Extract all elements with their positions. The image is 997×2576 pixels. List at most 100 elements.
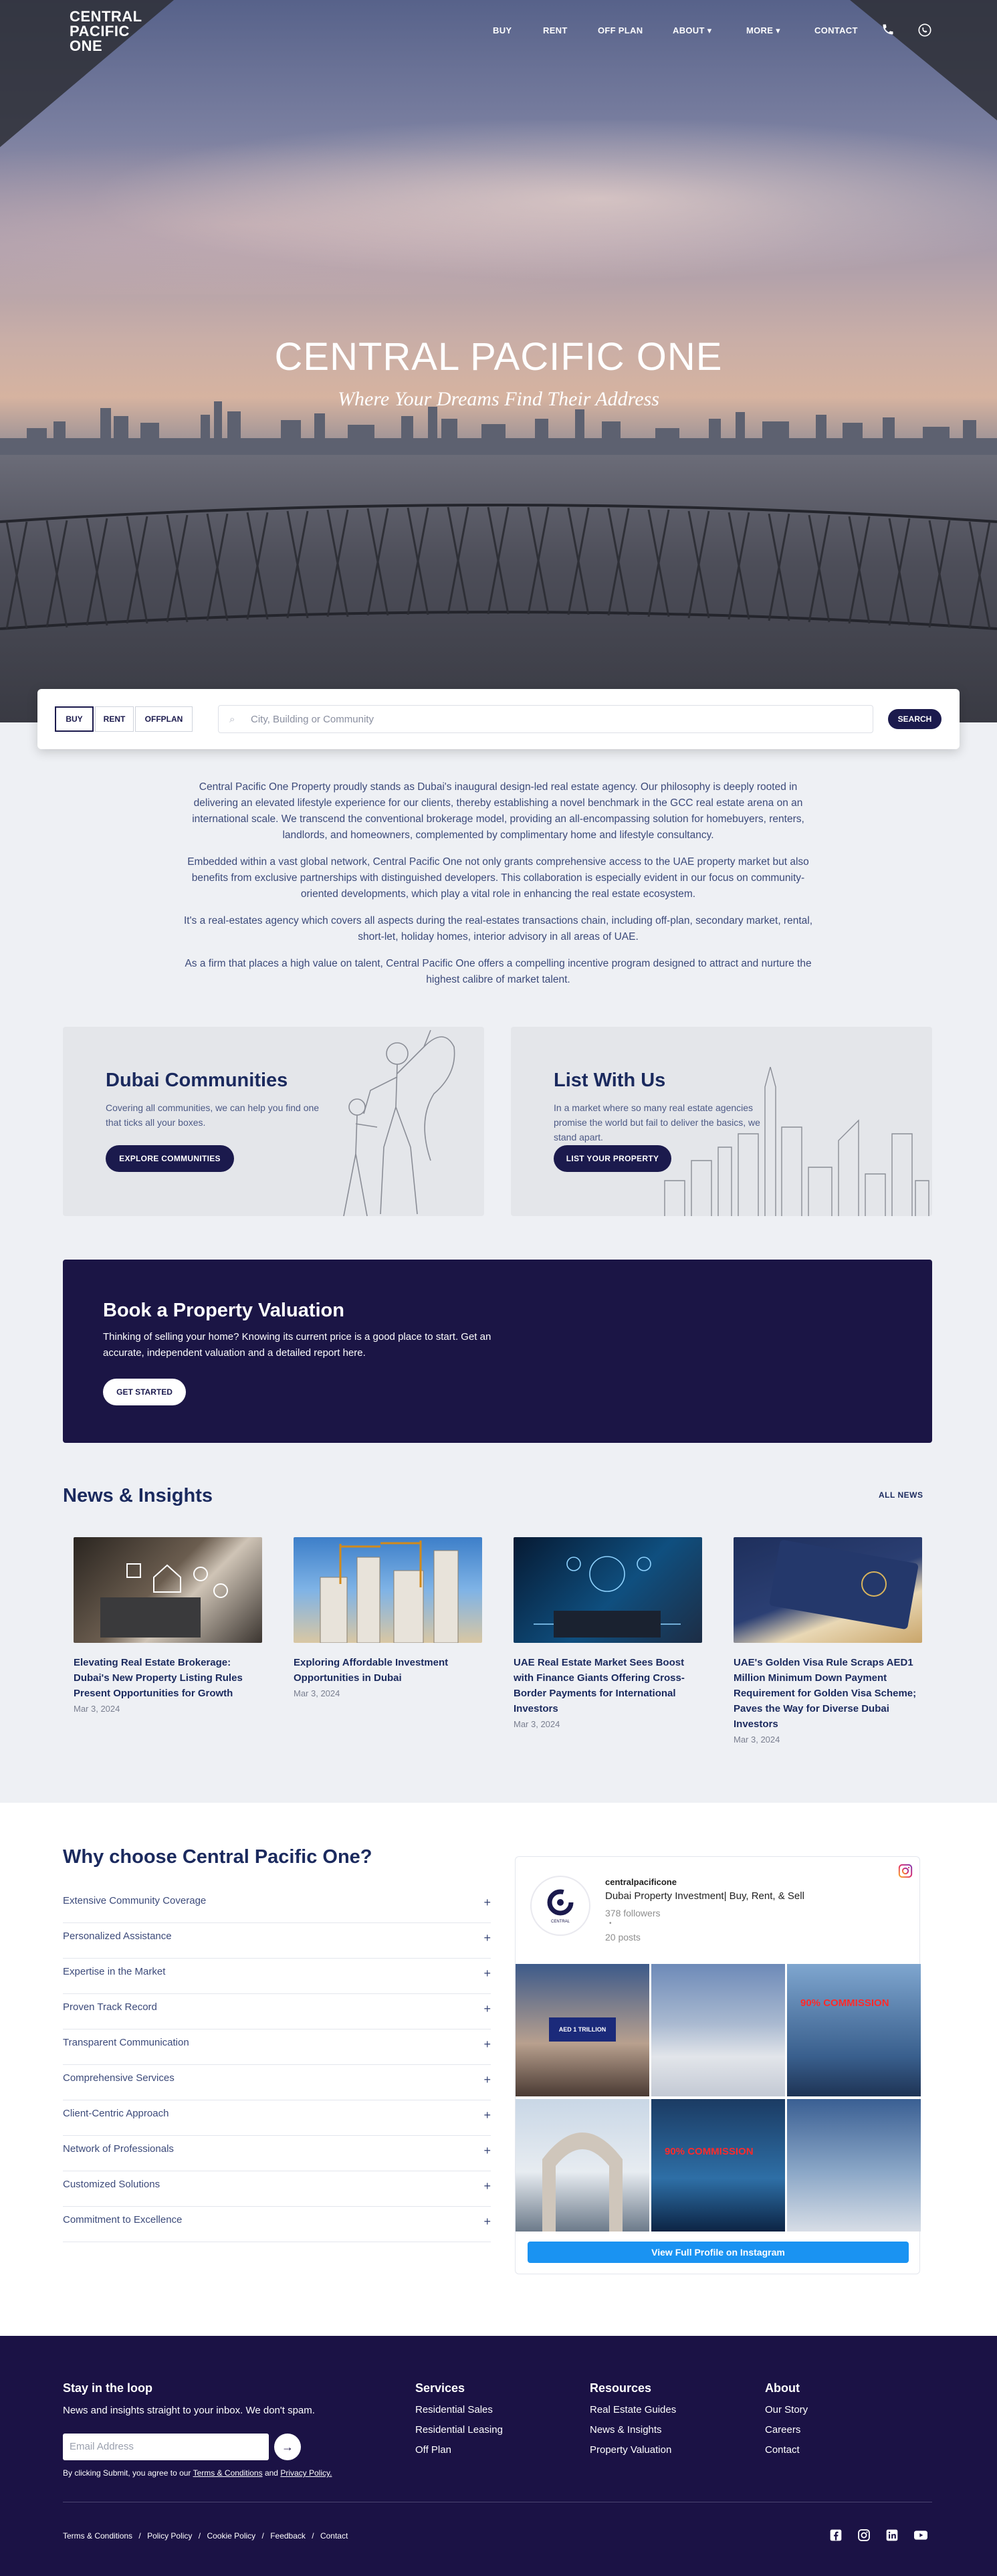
accordion-item[interactable]: Transparent Communication + (63, 2029, 491, 2065)
whatsapp-icon[interactable] (917, 23, 932, 41)
get-started-button[interactable]: GET STARTED (103, 1379, 186, 1405)
logo-line-1: CENTRAL (70, 8, 142, 25)
instagram-post[interactable]: 90% COMMISSION (787, 1964, 921, 2096)
list-property-button[interactable]: LIST YOUR PROPERTY (554, 1145, 671, 1172)
facebook-icon[interactable] (829, 2529, 843, 2545)
instagram-icon[interactable] (898, 1864, 913, 1882)
communities-title: Dubai Communities (106, 1070, 288, 1091)
footer-link[interactable]: Property Valuation (590, 2444, 676, 2456)
phone-icon[interactable] (881, 23, 895, 39)
nav-about[interactable]: ABOUT ▾ (673, 25, 711, 36)
plus-icon: + (483, 2144, 491, 2157)
communities-text: Covering all communities, we can help yo… (106, 1102, 320, 1128)
news-title: UAE Real Estate Market Sees Boost with F… (514, 1657, 685, 1714)
all-news-link[interactable]: ALL NEWS (879, 1490, 923, 1500)
why-choose-title: Why choose Central Pacific One? (63, 1846, 372, 1868)
accordion-item[interactable]: Comprehensive Services + (63, 2065, 491, 2100)
search-tab-offplan[interactable]: OFFPLAN (135, 706, 193, 732)
nav-contact[interactable]: CONTACT (814, 25, 858, 35)
footer-link[interactable]: News & Insights (590, 2424, 676, 2436)
valuation-title: Book a Property Valuation (103, 1300, 344, 1321)
instagram-post[interactable] (787, 2099, 921, 2232)
linkedin-icon[interactable] (885, 2529, 899, 2545)
nav-offplan[interactable]: OFF PLAN (598, 25, 643, 35)
accordion-item[interactable]: Proven Track Record + (63, 1994, 491, 2029)
email-field[interactable]: Email Address (63, 2434, 269, 2460)
news-card[interactable]: UAE's Golden Visa Rule Scraps AED1 Milli… (734, 1537, 922, 1745)
search-icon: ⌕ (229, 714, 235, 725)
news-card[interactable]: Elevating Real Estate Brokerage: Dubai's… (74, 1537, 262, 1714)
instagram-avatar[interactable]: CENTRAL (530, 1876, 590, 1936)
footer-link[interactable]: Our Story (765, 2404, 808, 2415)
accordion-label: Personalized Assistance (63, 1930, 172, 1942)
instagram-handle[interactable]: centralpacificone (605, 1877, 677, 1887)
footer-link[interactable]: Careers (765, 2424, 808, 2436)
newsletter-text: News and insights straight to your inbox… (63, 2405, 315, 2416)
search-tab-rent[interactable]: RENT (95, 706, 134, 732)
search-button[interactable]: SEARCH (888, 709, 941, 729)
hero-title: CENTRAL PACIFIC ONE (274, 335, 723, 379)
search-input[interactable]: ⌕ City, Building or Community (218, 705, 873, 733)
accordion-item[interactable]: Client-Centric Approach + (63, 2100, 491, 2136)
newsletter-block: Stay in the loop News and insights strai… (63, 2381, 332, 2478)
footer-resources: Resources Real Estate Guides News & Insi… (590, 2381, 676, 2456)
property-search-bar: BUY RENT OFFPLAN ⌕ City, Building or Com… (37, 689, 960, 749)
footer-link[interactable]: Real Estate Guides (590, 2404, 676, 2415)
plus-icon: + (483, 2179, 491, 2193)
footer-link[interactable]: Off Plan (415, 2444, 503, 2456)
hero-section: CENTRAL PACIFIC ONE BUY RENT OFF PLAN AB… (0, 0, 997, 722)
consent-text: By clicking Submit, you agree to our (63, 2468, 191, 2478)
accordion-item[interactable]: Personalized Assistance + (63, 1923, 491, 1959)
nav-about-label: ABOUT (673, 25, 705, 35)
intro-paragraph: As a firm that places a high value on ta… (185, 958, 812, 985)
youtube-icon[interactable] (913, 2529, 928, 2545)
search-tab-buy[interactable]: BUY (55, 706, 94, 732)
instagram-icon[interactable] (857, 2529, 871, 2545)
legal-link[interactable]: Cookie Policy (207, 2531, 255, 2541)
footer-column-title: About (765, 2381, 800, 2395)
footer-link[interactable]: Residential Sales (415, 2404, 503, 2415)
post-label: 90% COMMISSION (800, 1997, 889, 2009)
arrow-right-icon[interactable]: → (274, 2434, 301, 2460)
news-card[interactable]: UAE Real Estate Market Sees Boost with F… (514, 1537, 702, 1729)
family-line-illustration (343, 1029, 455, 1216)
accordion-label: Comprehensive Services (63, 2072, 175, 2084)
view-instagram-profile-button[interactable]: View Full Profile on Instagram (528, 2242, 909, 2263)
legal-links: Terms & Conditions / Policy Policy / Coo… (63, 2531, 348, 2541)
accordion-label: Client-Centric Approach (63, 2108, 169, 2119)
accordion-item[interactable]: Commitment to Excellence + (63, 2207, 491, 2242)
footer-link[interactable]: Contact (765, 2444, 808, 2456)
terms-link[interactable]: Terms & Conditions (193, 2468, 263, 2478)
nav-rent[interactable]: RENT (543, 25, 568, 35)
accordion-item[interactable]: Expertise in the Market + (63, 1959, 491, 1994)
legal-link[interactable]: Policy Policy (147, 2531, 192, 2541)
news-image (74, 1537, 262, 1643)
news-title: UAE's Golden Visa Rule Scraps AED1 Milli… (734, 1657, 917, 1730)
instagram-post[interactable]: AED 1 TRILLION (516, 1964, 649, 2096)
accordion-item[interactable]: Extensive Community Coverage + (63, 1888, 491, 1923)
legal-link[interactable]: Terms & Conditions (63, 2531, 132, 2541)
news-date: Mar 3, 2024 (294, 1688, 340, 1698)
nav-more[interactable]: MORE ▾ (746, 25, 780, 36)
hero-tagline: Where Your Dreams Find Their Address (338, 388, 659, 410)
instagram-post[interactable] (651, 1964, 785, 2096)
accordion-item[interactable]: Network of Professionals + (63, 2136, 491, 2171)
newsletter-title: Stay in the loop (63, 2381, 153, 2395)
news-card[interactable]: Exploring Affordable Investment Opportun… (294, 1537, 482, 1698)
explore-communities-button[interactable]: EXPLORE COMMUNITIES (106, 1145, 234, 1172)
instagram-post[interactable]: 90% COMMISSION (651, 2099, 785, 2232)
search-placeholder: City, Building or Community (251, 714, 374, 725)
plus-icon: + (483, 2108, 491, 2122)
accordion-label: Transparent Communication (63, 2037, 189, 2048)
plus-icon: + (483, 2073, 491, 2086)
intro-paragraph: It's a real-estates agency which covers … (183, 915, 813, 943)
footer-link[interactable]: Residential Leasing (415, 2424, 503, 2436)
accordion-item[interactable]: Customized Solutions + (63, 2171, 491, 2207)
plus-icon: + (483, 1931, 491, 1945)
nav-buy[interactable]: BUY (493, 25, 512, 35)
legal-link[interactable]: Contact (320, 2531, 348, 2541)
legal-link[interactable]: Feedback (270, 2531, 306, 2541)
instagram-post[interactable] (516, 2099, 649, 2232)
hero-corner-shade-right (850, 0, 997, 120)
privacy-link[interactable]: Privacy Policy. (280, 2468, 332, 2478)
